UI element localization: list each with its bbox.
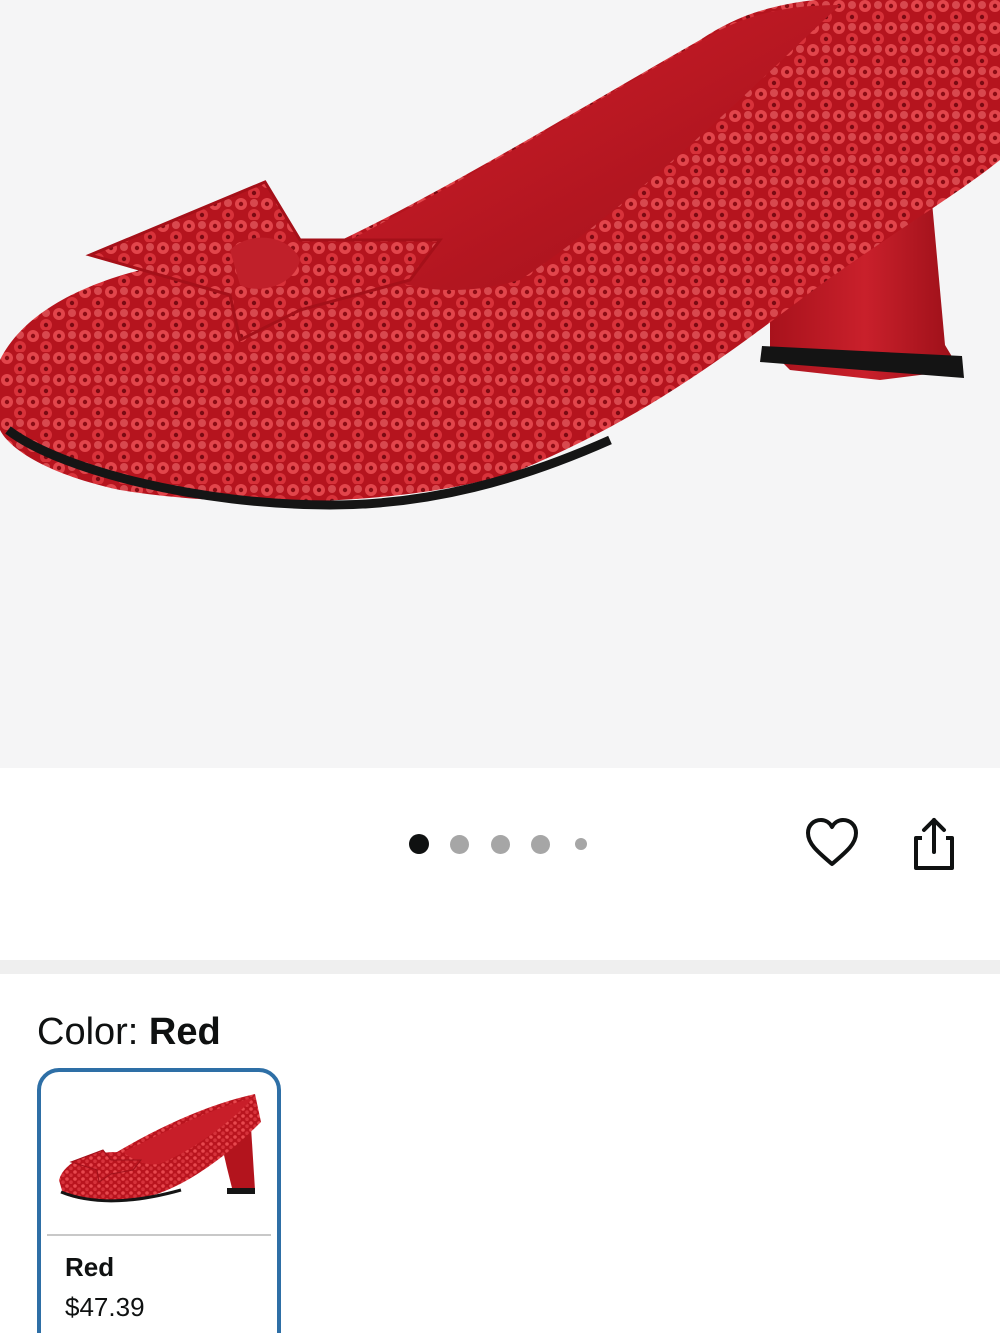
carousel-dot-5[interactable] (575, 838, 587, 850)
swatch-separator (47, 1234, 271, 1236)
color-swatch-red[interactable]: Red $47.39 (37, 1068, 281, 1333)
product-image[interactable] (0, 0, 1000, 768)
carousel-dot-3[interactable] (491, 835, 510, 854)
swatch-price: $47.39 (65, 1292, 145, 1322)
color-label: Color: Red (37, 1010, 221, 1054)
swatch-image (41, 1072, 277, 1234)
product-page: Color: Red Red $47.39 (0, 0, 1000, 1333)
carousel-dot-4[interactable] (531, 835, 550, 854)
swatch-name: Red (65, 1252, 115, 1282)
color-label-prefix: Color: (37, 1011, 149, 1053)
shoe-illustration (0, 0, 1000, 510)
share-icon[interactable] (910, 816, 958, 872)
heart-icon[interactable] (804, 816, 860, 872)
carousel-dot-2[interactable] (450, 835, 469, 854)
section-divider (0, 960, 1000, 974)
color-selected-value: Red (148, 1011, 221, 1053)
carousel-dot-1[interactable] (409, 834, 429, 854)
